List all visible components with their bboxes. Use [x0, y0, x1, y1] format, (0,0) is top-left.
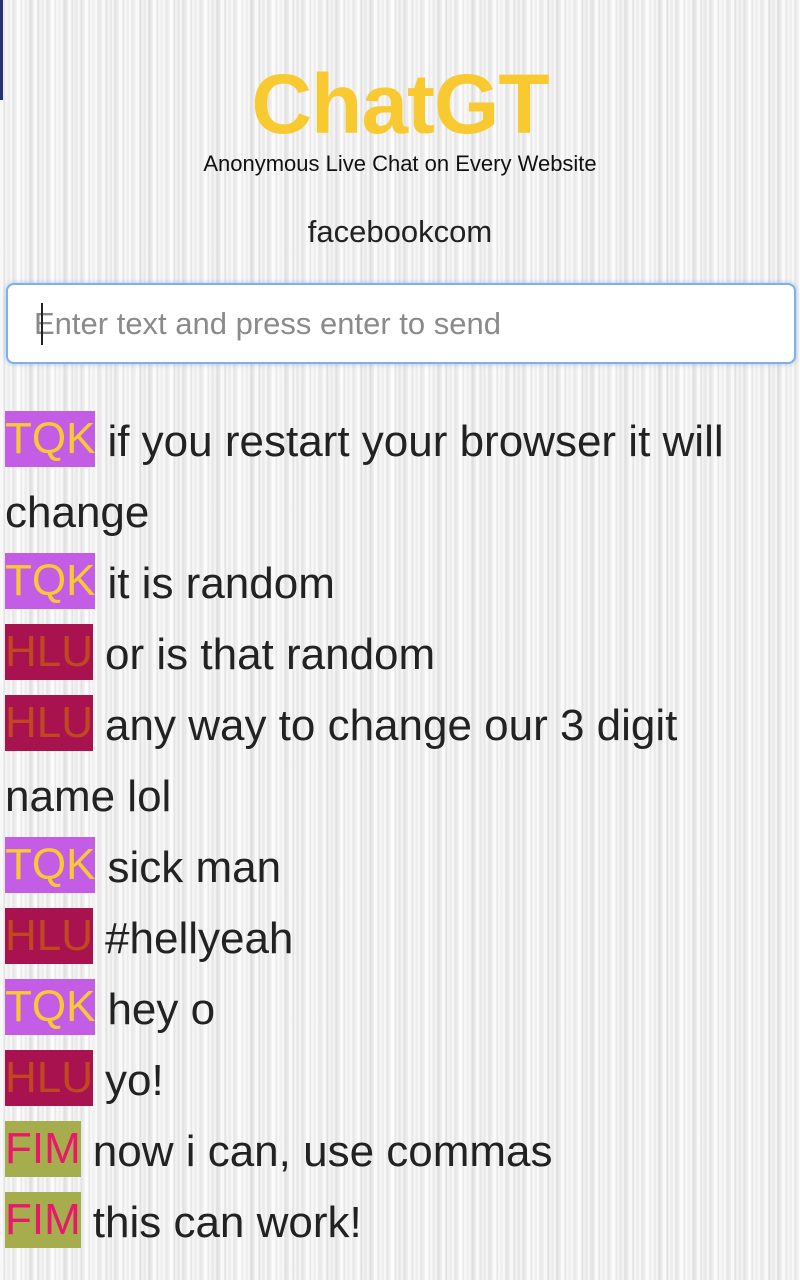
text-caret — [41, 303, 43, 345]
message: HLU yo! — [5, 1045, 797, 1116]
username-badge: HLU — [5, 908, 94, 964]
message: TQK sick man — [5, 832, 797, 903]
message-text: sick man — [107, 843, 282, 892]
username-badge: HLU — [5, 624, 94, 680]
message: HLU #hellyeah — [5, 903, 797, 974]
username-badge: HLU — [5, 1050, 94, 1106]
message: HLU any way to change our 3 digit name lo… — [5, 690, 797, 832]
username-badge: FIM — [5, 1192, 81, 1248]
message-input-box[interactable] — [6, 283, 796, 364]
message-text: or is that random — [105, 630, 436, 679]
message-text: if you restart your browser it will chan… — [5, 417, 724, 537]
message-text: yo! — [105, 1056, 164, 1105]
message-text: it is random — [107, 559, 335, 608]
message: FIM now i can, use commas — [5, 1116, 797, 1187]
message: HLU or is that random — [5, 619, 797, 690]
username-badge: TQK — [5, 837, 96, 893]
app-logo: ChatGT — [251, 57, 549, 151]
message: TQK if you restart your browser it will c… — [5, 406, 797, 548]
message: TQK it is random — [5, 548, 797, 619]
username-badge: TQK — [5, 553, 96, 609]
message: FIM this can work! — [5, 1187, 797, 1258]
message-text: this can work! — [92, 1198, 362, 1247]
message-text: hey o — [107, 985, 216, 1034]
message: TQK hey o — [5, 974, 797, 1045]
window-edge — [0, 0, 3, 100]
message-list: TQK if you restart your browser it will c… — [5, 406, 797, 1258]
tagline: Anonymous Live Chat on Every Website — [203, 151, 597, 176]
username-badge: TQK — [5, 979, 96, 1035]
username-badge: FIM — [5, 1121, 81, 1177]
username-badge: HLU — [5, 695, 94, 751]
header: ChatGT Anonymous Live Chat on Every Webs… — [0, 0, 800, 250]
message-text: any way to change our 3 digit name lol — [5, 701, 678, 821]
message-text: #hellyeah — [105, 914, 294, 963]
username-badge: TQK — [5, 411, 96, 467]
current-site: facebookcom — [307, 214, 493, 249]
message-input[interactable] — [8, 285, 794, 362]
message-text: now i can, use commas — [92, 1127, 553, 1176]
